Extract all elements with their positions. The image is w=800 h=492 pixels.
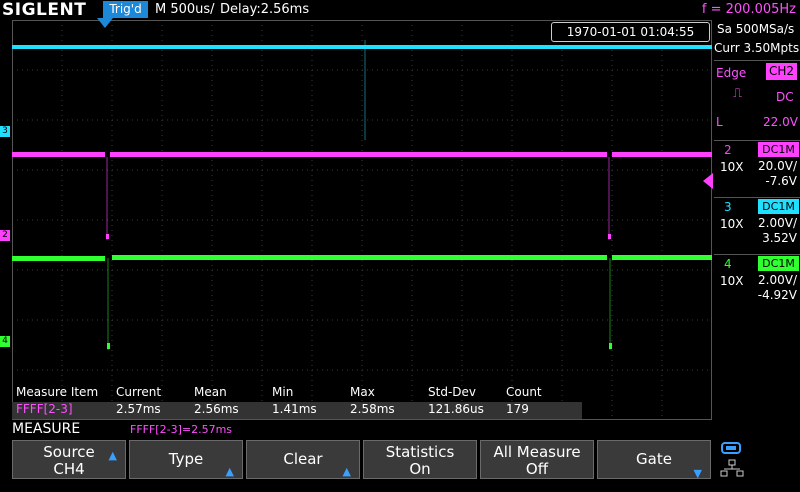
- gate-softkey[interactable]: Gate ▼: [597, 440, 711, 480]
- header-max: Max: [350, 385, 375, 399]
- timestamp: 1970-01-01 01:04:55: [551, 22, 710, 42]
- rising-edge-icon: ⎍: [733, 86, 743, 101]
- header-min: Min: [272, 385, 294, 399]
- trigger-source-badge[interactable]: CH2: [766, 63, 797, 80]
- cell-mean: 2.56ms: [194, 402, 239, 416]
- arrow-up-icon: ▲: [342, 465, 351, 478]
- header-measure-item: Measure Item: [16, 385, 99, 399]
- trigger-level-marker[interactable]: [703, 173, 713, 189]
- source-softkey[interactable]: Source CH4 ▲: [12, 440, 126, 479]
- clear-softkey[interactable]: Clear ▲: [246, 440, 360, 479]
- trigger-level-label: L: [716, 115, 723, 129]
- header-count: Count: [506, 385, 542, 399]
- timebase-readout: M 500us/: [155, 2, 215, 17]
- ch2-trace-seg3: [612, 152, 712, 157]
- arrow-up-icon: ▲: [225, 465, 234, 478]
- channel-coupling: DC1M: [758, 199, 799, 214]
- menu-title: MEASURE: [12, 421, 81, 437]
- probe-factor: 10X: [720, 217, 744, 231]
- trigger-type[interactable]: Edge: [716, 66, 746, 80]
- cell-min: 1.41ms: [272, 402, 317, 416]
- ch4-trace-seg3: [612, 255, 712, 260]
- memory-depth: Curr 3.50Mpts: [714, 41, 800, 55]
- volts-per-div: 2.00V/: [758, 216, 797, 230]
- arrow-down-icon: ▼: [693, 467, 702, 480]
- channel-offset: 3.52V: [762, 231, 797, 245]
- channel-number: 4: [724, 257, 732, 271]
- waveform-display[interactable]: [12, 20, 712, 420]
- channel-number: 3: [724, 200, 732, 214]
- trigger-coupling: DC: [776, 90, 794, 104]
- ch3-trace: [12, 45, 712, 49]
- all-measure-softkey[interactable]: All Measure Off: [480, 440, 594, 479]
- cell-current: 2.57ms: [116, 402, 161, 416]
- channel-offset: -4.92V: [757, 288, 797, 302]
- ch4-trace-seg1: [12, 256, 105, 261]
- header-current: Current: [116, 385, 162, 399]
- probe-factor: 10X: [720, 160, 744, 174]
- sample-rate: Sa 500MSa/s: [717, 22, 795, 36]
- probe-factor: 10X: [720, 274, 744, 288]
- header-std-dev: Std-Dev: [428, 385, 476, 399]
- volts-per-div: 2.00V/: [758, 273, 797, 287]
- channel-offset: -7.6V: [765, 174, 797, 188]
- cell-std-dev: 121.86us: [428, 402, 484, 416]
- ch3-offset-marker[interactable]: 3: [0, 126, 10, 137]
- trigger-status-badge: Trig'd: [103, 1, 148, 18]
- cell-count: 179: [506, 402, 529, 416]
- trigger-level-value: 22.0V: [763, 115, 798, 129]
- channel-2-info[interactable]: 2 DC1M 10X 20.0V/ -7.6V: [714, 140, 800, 201]
- channel-coupling: DC1M: [758, 256, 799, 271]
- ch2-trace-seg2: [110, 152, 607, 157]
- brand-logo: SIGLENT: [2, 0, 87, 20]
- measure-table: Measure Item Current Mean Min Max Std-De…: [12, 385, 582, 419]
- frequency-readout: f = 200.005Hz: [701, 2, 796, 17]
- channel-coupling: DC1M: [758, 142, 799, 157]
- statistics-softkey[interactable]: Statistics On: [363, 440, 477, 479]
- ch2-offset-marker[interactable]: 2: [0, 230, 10, 241]
- measure-readout: FFFF[2-3]=2.57ms: [130, 423, 233, 436]
- ch2-trace-seg1: [12, 152, 105, 157]
- status-icons: [714, 440, 800, 480]
- trigger-position-marker[interactable]: [97, 18, 113, 28]
- type-softkey[interactable]: Type ▲: [129, 440, 243, 479]
- ch4-trace-seg2: [112, 255, 607, 260]
- channel-3-info[interactable]: 3 DC1M 10X 2.00V/ 3.52V: [714, 197, 800, 258]
- cell-item: FFFF[2-3]: [16, 402, 73, 416]
- usb-network-icon: [720, 442, 744, 477]
- channel-number: 2: [724, 143, 732, 157]
- header-mean: Mean: [194, 385, 227, 399]
- arrow-up-icon: ▲: [108, 449, 117, 462]
- volts-per-div: 20.0V/: [758, 159, 797, 173]
- ch4-offset-marker[interactable]: 4: [0, 336, 10, 347]
- channel-4-info[interactable]: 4 DC1M 10X 2.00V/ -4.92V: [714, 254, 800, 315]
- delay-readout: Delay:2.56ms: [220, 2, 310, 17]
- cell-max: 2.58ms: [350, 402, 395, 416]
